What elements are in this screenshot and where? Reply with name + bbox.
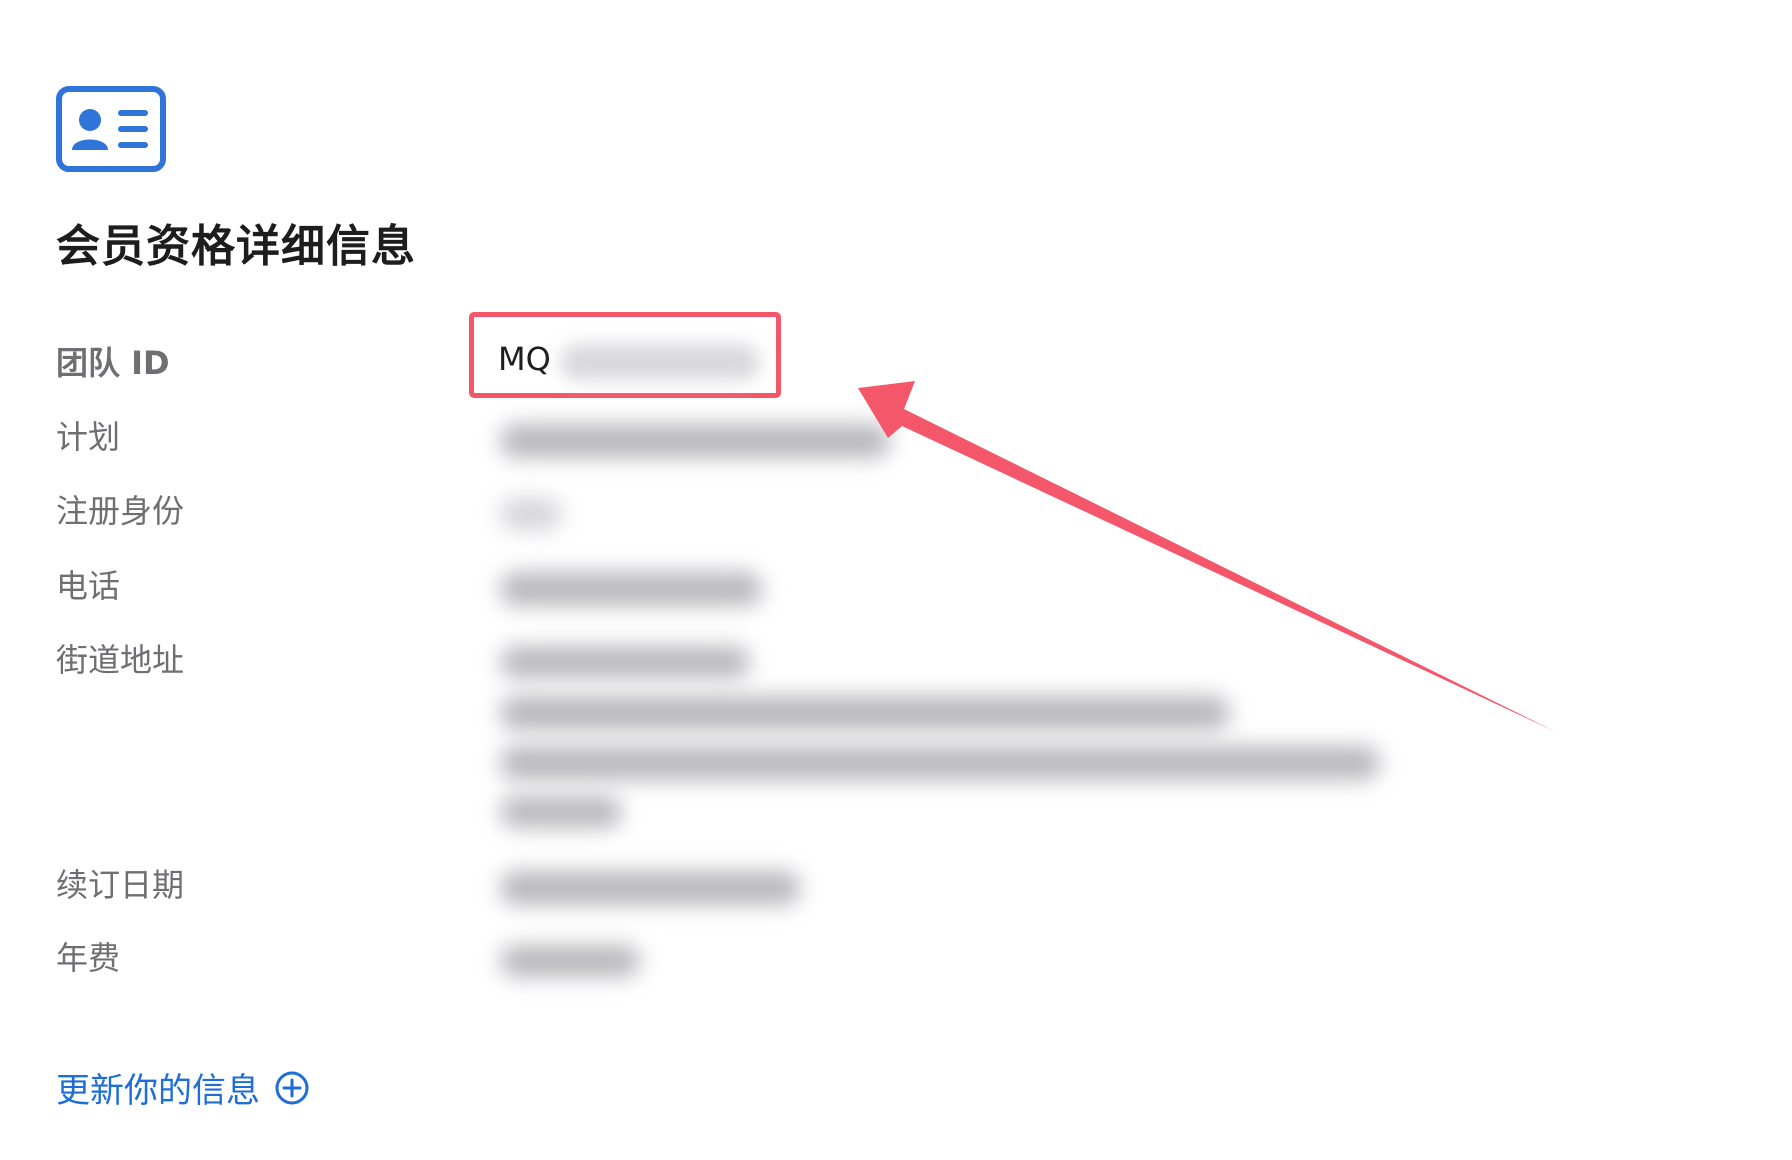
phone-label: 电话 <box>56 567 121 605</box>
renewal-date-value-redacted <box>500 871 800 905</box>
team-id-redacted <box>560 344 760 380</box>
address-line-4-redacted <box>500 796 622 828</box>
address-line-3-redacted <box>500 746 1380 780</box>
plus-circle-icon <box>275 1071 309 1104</box>
update-info-link[interactable]: 更新你的信息 <box>56 1063 310 1112</box>
update-info-label: 更新你的信息 <box>56 1071 260 1111</box>
phone-value-redacted <box>500 572 762 606</box>
plan-label: 计划 <box>56 418 121 456</box>
annual-fee-value-redacted <box>500 945 640 977</box>
annotation-arrow <box>858 381 1556 732</box>
team-id-label: 团队 ID <box>56 344 170 382</box>
enrollment-role-label: 注册身份 <box>56 492 185 530</box>
annual-fee-label: 年费 <box>56 939 121 977</box>
address-line-2-redacted <box>500 696 1230 730</box>
renewal-date-label: 续订日期 <box>56 866 185 904</box>
plan-value-redacted <box>500 424 890 458</box>
address-line-1-redacted <box>500 646 750 678</box>
contact-card-icon <box>56 86 166 172</box>
team-id-value: MQ <box>498 340 551 378</box>
enrollment-role-value-redacted <box>500 498 562 530</box>
street-address-label: 街道地址 <box>56 641 185 679</box>
page-title: 会员资格详细信息 <box>56 221 416 272</box>
